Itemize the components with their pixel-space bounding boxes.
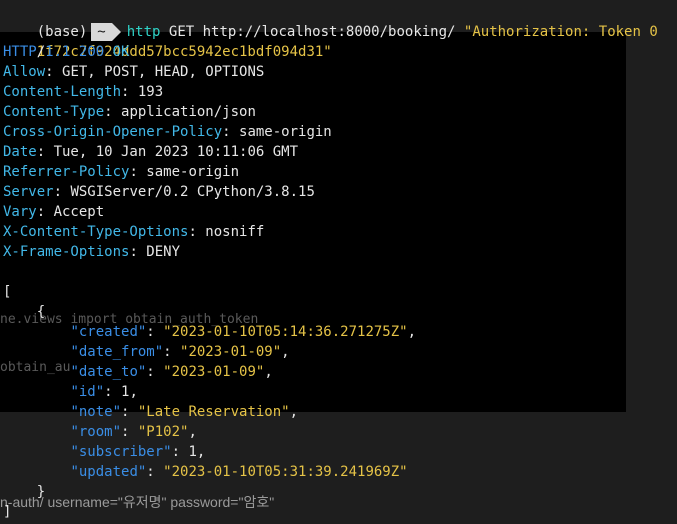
json-comma: , (196, 444, 206, 460)
header-value: GET, POST, HEAD, OPTIONS (62, 64, 265, 80)
prompt-line-wrap: 1f72c7f924ddd57bcc5942ec1bdf094d31" (3, 22, 332, 60)
status-protocol: HTTP (3, 44, 37, 60)
json-field: "updated": "2023-01-10T05:31:39.241969Z" (70, 464, 408, 480)
json-key: "date_to" (70, 364, 147, 380)
json-value: "Late Reservation" (137, 404, 290, 420)
header-name: X-Frame-Options (3, 244, 130, 260)
header-line: X-Content-Type-Options: nosniff (3, 224, 265, 240)
json-open-brace: { (3, 302, 45, 322)
json-comma: , (281, 344, 290, 360)
json-value: "P102" (137, 424, 189, 440)
json-field: "date_to": "2023-01-09", (70, 364, 273, 380)
header-value: DENY (146, 244, 181, 260)
json-close-bracket: ] (3, 504, 12, 520)
header-value: 193 (137, 84, 164, 100)
json-value: "2023-01-09" (180, 344, 282, 360)
json-key: "created" (70, 324, 147, 340)
json-close-brace: } (3, 482, 45, 502)
json-field: "room": "P102", (70, 424, 197, 440)
json-field: "date_from": "2023-01-09", (70, 344, 290, 360)
auth-header-arg: "Authorization: Token 0 (463, 24, 658, 40)
header-line: Vary: Accept (3, 204, 105, 220)
header-value: same-origin (239, 124, 332, 140)
json-brace: { (36, 304, 46, 320)
json-value: "2023-01-09" (163, 364, 265, 380)
json-comma: , (407, 324, 417, 340)
status-text: OK (112, 44, 130, 60)
json-value: 1 (188, 444, 197, 460)
json-open-bracket: [ (3, 284, 12, 300)
header-value: Accept (53, 204, 105, 220)
json-field: "note": "Late Reservation", (70, 404, 299, 420)
json-key: "subscriber" (70, 444, 172, 460)
json-field: "subscriber": 1, (70, 444, 206, 460)
header-line: Server: WSGIServer/0.2 CPython/3.8.15 (3, 184, 315, 200)
json-key: "room" (70, 424, 122, 440)
header-name: Content-Type (3, 104, 105, 120)
json-key: "id" (70, 384, 105, 400)
json-key: "updated" (70, 464, 147, 480)
status-version: 1.1 (45, 44, 71, 60)
json-key: "note" (70, 404, 122, 420)
json-value: "2023-01-10T05:14:36.271275Z" (163, 324, 408, 340)
json-field: "created": "2023-01-10T05:14:36.271275Z"… (70, 324, 417, 340)
json-comma: , (289, 404, 299, 420)
status-slash: / (36, 44, 46, 60)
header-name: Vary (3, 204, 37, 220)
header-name: Allow (3, 64, 46, 80)
header-value: same-origin (146, 164, 240, 180)
header-value: application/json (121, 104, 256, 120)
json-comma: , (129, 384, 138, 400)
header-name: X-Content-Type-Options (3, 224, 189, 240)
status-line: HTTP/1.1 200 OK (3, 42, 129, 62)
json-key: "date_from" (70, 344, 164, 360)
header-line: Date: Tue, 10 Jan 2023 10:11:06 GMT (3, 144, 299, 160)
json-brace: } (36, 484, 46, 500)
header-name: Cross-Origin-Opener-Policy (3, 124, 223, 140)
header-name: Content-Length (3, 84, 122, 100)
header-value: WSGIServer/0.2 CPython/3.8.15 (70, 184, 315, 200)
header-line: Content-Type: application/json (3, 104, 256, 120)
header-value: nosniff (205, 224, 265, 240)
header-name: Date (3, 144, 37, 160)
json-comma: , (188, 424, 197, 440)
prompt-line: (base) ~ http GET http://localhost:8000/bo… (3, 2, 658, 41)
header-line: Allow: GET, POST, HEAD, OPTIONS (3, 64, 265, 80)
json-value: "2023-01-10T05:31:39.241969Z" (163, 464, 408, 480)
header-line: Content-Length: 193 (3, 84, 164, 100)
header-line: Cross-Origin-Opener-Policy: same-origin (3, 124, 332, 140)
header-name: Referrer-Policy (3, 164, 130, 180)
header-name: Server (3, 184, 54, 200)
header-line: Referrer-Policy: same-origin (3, 164, 240, 180)
header-line: X-Frame-Options: DENY (3, 244, 181, 260)
json-field: "id": 1, (70, 384, 138, 400)
status-code: 200 (78, 44, 105, 60)
header-value: Tue, 10 Jan 2023 10:11:06 GMT (53, 144, 299, 160)
json-comma: , (264, 364, 273, 380)
